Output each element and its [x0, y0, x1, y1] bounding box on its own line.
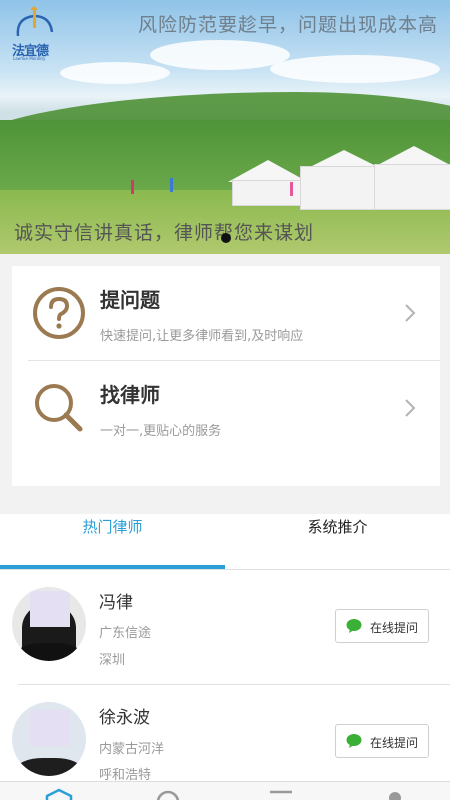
flag — [170, 178, 173, 192]
find-lawyer-subtitle: 一对一,更贴心的服务 — [100, 424, 222, 439]
action-card: 提问题 快速提问,让更多律师看到,及时响应 找律师 一对一,更贴心的服务 — [12, 266, 440, 486]
lawyer-name: 冯律 — [99, 593, 133, 613]
online-question-button[interactable]: 在线提问 — [335, 609, 429, 643]
logo-mark-icon — [16, 6, 54, 37]
lawyer-tabs: 热门律师 系统推介 — [0, 514, 450, 570]
ask-question-subtitle: 快速提问,让更多律师看到,及时响应 — [100, 329, 304, 344]
banner-carousel[interactable]: 法宜德 LawYue Morality 风险防范要趁早，问题出现成本高 诚实守信… — [0, 0, 450, 254]
yurt-roof — [228, 160, 308, 182]
lawyer-firm: 广东信途 — [99, 626, 152, 641]
wechat-icon — [346, 619, 362, 633]
flag — [131, 180, 134, 194]
chevron-right-icon — [405, 399, 416, 417]
cloud — [60, 62, 170, 84]
carousel-indicator-dot[interactable] — [221, 233, 231, 243]
find-lawyer-title: 找律师 — [100, 383, 160, 407]
online-question-label: 在线提问 — [370, 736, 419, 750]
yurt — [300, 166, 382, 210]
bottom-navigation — [0, 781, 450, 800]
chevron-right-icon — [405, 304, 416, 322]
profile-nav-icon[interactable] — [380, 788, 410, 800]
flag — [290, 182, 293, 196]
logo-subtext: LawYue Morality — [13, 56, 46, 61]
tab-system-recommend[interactable]: 系统推介 — [225, 514, 450, 570]
banner-headline-top: 风险防范要趁早，问题出现成本高 — [137, 14, 438, 36]
list-nav-icon[interactable] — [266, 788, 296, 800]
lawyer-name: 徐永波 — [99, 708, 150, 728]
online-question-label: 在线提问 — [370, 621, 419, 635]
tab-hot-lawyers[interactable]: 热门律师 — [0, 514, 225, 570]
ask-question-title: 提问题 — [100, 288, 160, 312]
online-question-button[interactable]: 在线提问 — [335, 724, 429, 758]
yurt — [374, 164, 450, 210]
cloud — [270, 55, 440, 83]
find-lawyer-row[interactable]: 找律师 一对一,更贴心的服务 — [12, 361, 440, 455]
avatar — [12, 702, 86, 776]
cloud — [150, 40, 290, 70]
search-icon — [35, 384, 83, 432]
list-item[interactable]: 冯律 广东信途 深圳 在线提问 — [0, 570, 450, 685]
active-tab-indicator — [0, 565, 225, 569]
yurt — [232, 180, 308, 206]
avatar — [12, 587, 86, 661]
lawyer-city: 深圳 — [99, 653, 126, 668]
banner-headline-bottom: 诚实守信讲真话，律师帮您来谋划 — [14, 222, 315, 244]
brand-logo: 法宜德 LawYue Morality — [12, 6, 58, 62]
divider — [18, 684, 450, 685]
lawyer-firm: 内蒙古河洋 — [99, 742, 165, 757]
wechat-icon — [346, 734, 362, 748]
ask-question-row[interactable]: 提问题 快速提问,让更多律师看到,及时响应 — [12, 266, 440, 360]
lawyer-list: 冯律 广东信途 深圳 在线提问 徐永波 内蒙古河洋 呼和浩特 在线提问 — [0, 570, 450, 800]
question-icon — [33, 287, 85, 339]
home-shield-icon[interactable] — [44, 788, 74, 800]
search-nav-icon[interactable] — [153, 788, 183, 800]
